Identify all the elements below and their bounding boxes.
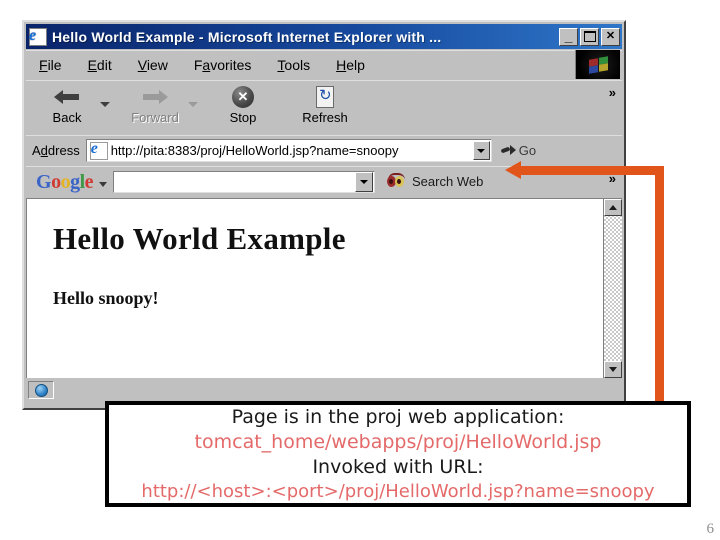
search-web-button[interactable]: Search Web	[387, 173, 483, 190]
back-arrow-icon	[54, 85, 80, 109]
triangle-down-icon	[609, 367, 617, 372]
scroll-up-button[interactable]	[604, 199, 622, 216]
refresh-button[interactable]: Refresh	[284, 85, 366, 133]
caption-box: Page is in the proj web application: tom…	[105, 401, 691, 507]
chevron-down-icon	[360, 179, 369, 184]
slide-page-number: 6	[706, 521, 715, 537]
refresh-icon	[316, 85, 334, 109]
address-dropdown-button[interactable]	[472, 141, 490, 160]
caption-line-2: tomcat_home/webapps/proj/HelloWorld.jsp	[194, 430, 602, 453]
page-greeting: Hello snoopy!	[53, 288, 159, 308]
caption-line-3: Invoked with URL:	[312, 455, 484, 478]
address-bar: Address http://pita:8383/proj/HelloWorld…	[26, 135, 622, 165]
refresh-button-label: Refresh	[302, 110, 348, 125]
ie-document-icon	[29, 27, 47, 46]
maximize-icon	[581, 29, 598, 45]
page-globe-icon	[89, 140, 108, 160]
page-content: Hello World Example Hello snoopy!	[27, 199, 603, 378]
minimize-button[interactable]: _	[559, 27, 578, 46]
address-input[interactable]: http://pita:8383/proj/HelloWorld.jsp?nam…	[85, 139, 492, 162]
menu-item-favorites[interactable]: Favorites	[181, 57, 265, 73]
stop-icon: ✕	[232, 85, 254, 109]
menu-bar: File Edit View Favorites Tools Help	[26, 50, 622, 79]
status-bar	[26, 380, 622, 400]
scroll-down-button[interactable]	[604, 361, 622, 378]
slide-root: Hello World Example - Microsoft Internet…	[0, 0, 720, 540]
caption-line-1: Page is in the proj web application:	[231, 405, 565, 428]
page-heading: Hello World Example	[53, 221, 346, 256]
ie-windows-flag-logo-icon	[575, 50, 620, 79]
globe-icon	[34, 383, 48, 397]
menu-item-edit[interactable]: Edit	[75, 57, 125, 73]
forward-button[interactable]: Forward	[114, 85, 196, 133]
forward-history-caret-icon[interactable]	[188, 102, 198, 107]
toolbar-overflow-chevron-icon[interactable]: »	[609, 85, 616, 100]
google-search-dropdown-button[interactable]	[355, 171, 374, 192]
back-button-label: Back	[52, 110, 82, 125]
google-search-input[interactable]	[113, 170, 376, 193]
google-logo-icon[interactable]: Google	[36, 172, 94, 192]
forward-button-label: Forward	[131, 110, 179, 125]
close-button[interactable]: ✕	[601, 27, 620, 46]
forward-arrow-icon	[142, 85, 168, 109]
back-button[interactable]: Back	[26, 85, 108, 133]
close-icon: ✕	[605, 30, 616, 42]
google-menu-caret-icon[interactable]	[99, 182, 108, 187]
menu-item-file[interactable]: File	[26, 57, 75, 73]
search-web-label: Search Web	[412, 174, 484, 189]
address-url-text: http://pita:8383/proj/HelloWorld.jsp?nam…	[110, 143, 399, 158]
browser-window: Hello World Example - Microsoft Internet…	[22, 20, 626, 410]
page-viewport: Hello World Example Hello snoopy!	[26, 198, 622, 378]
navigation-toolbar: Back Forward ✕ Stop Refresh »	[26, 80, 622, 134]
minimize-icon: _	[564, 27, 573, 44]
maximize-button[interactable]	[580, 27, 599, 46]
menu-item-tools[interactable]: Tools	[264, 57, 323, 73]
annotation-arrow-horizontal	[519, 166, 664, 175]
stop-button[interactable]: ✕ Stop	[202, 85, 284, 133]
address-label: Address	[32, 143, 80, 158]
window-controls: _ ✕	[559, 27, 620, 46]
go-button[interactable]: Go	[501, 143, 536, 158]
chevron-down-icon	[477, 148, 486, 153]
go-arrow-icon	[501, 144, 516, 158]
google-owl-icon	[387, 173, 407, 190]
menu-item-help[interactable]: Help	[323, 57, 378, 73]
go-button-label: Go	[518, 143, 537, 158]
title-bar[interactable]: Hello World Example - Microsoft Internet…	[26, 24, 622, 49]
status-zone-cell	[28, 381, 54, 399]
vertical-scrollbar[interactable]	[603, 199, 622, 378]
stop-button-label: Stop	[229, 110, 257, 125]
menu-item-view[interactable]: View	[125, 57, 181, 73]
triangle-up-icon	[609, 205, 617, 210]
back-history-caret-icon[interactable]	[100, 102, 110, 107]
annotation-arrow-head-icon	[505, 161, 521, 179]
window-title: Hello World Example - Microsoft Internet…	[52, 28, 442, 45]
caption-line-4: http://<host>:<port>/proj/HelloWorld.jsp…	[141, 480, 655, 502]
